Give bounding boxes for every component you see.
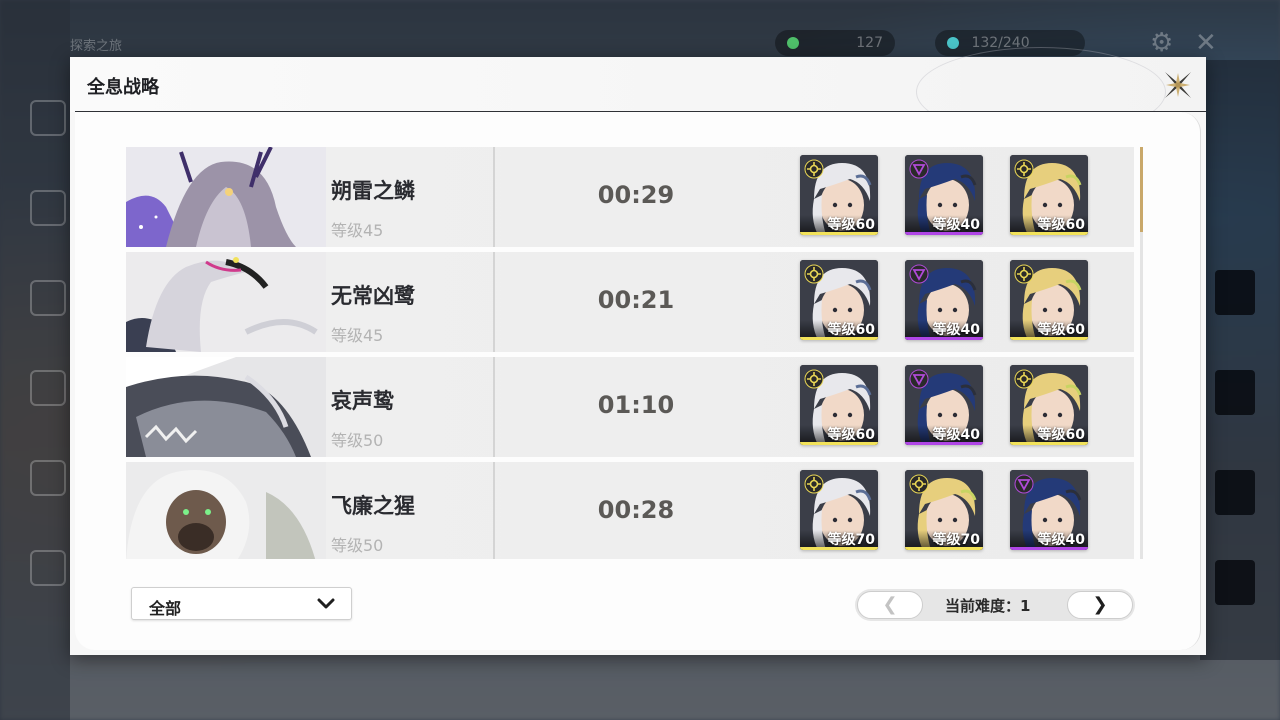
team-member-card[interactable]: 等级60 <box>1010 260 1088 340</box>
boss-name: 朔雷之鳞 <box>331 179 415 203</box>
row-divider <box>493 147 495 247</box>
background-menu-icon <box>30 190 66 226</box>
boss-row[interactable]: 飞廉之猩 等级50 00:28 等级70 等级70 等级40 <box>126 462 1134 559</box>
background-title: 探索之旅 <box>70 39 123 54</box>
boss-portrait <box>126 147 326 247</box>
boss-level: 等级50 <box>331 536 384 555</box>
team-member-card[interactable]: 等级70 <box>905 470 983 550</box>
background-menu-icon <box>30 280 66 316</box>
rarity-bar <box>1010 442 1088 445</box>
boss-list[interactable]: 朔雷之鳞 等级45 00:29 等级60 等级40 等级60 无常凶鹭 等级45 <box>126 147 1134 559</box>
close-button[interactable] <box>1158 65 1198 105</box>
team-member-card[interactable]: 等级60 <box>1010 155 1088 235</box>
strategy-panel: 全息战略 朔雷之鳞 等级45 00:29 等级60 等级40 等级60 无常凶鹭… <box>70 47 1206 655</box>
rarity-bar <box>1010 232 1088 235</box>
clear-time: 01:10 <box>597 391 675 419</box>
background-tile <box>1215 270 1255 315</box>
background-left-bar <box>0 0 70 720</box>
rarity-bar <box>1010 547 1088 550</box>
boss-level: 等级45 <box>331 326 384 345</box>
boss-row[interactable]: 无常凶鹭 等级45 00:21 等级60 等级40 等级60 <box>126 252 1134 352</box>
team-member-card[interactable]: 等级40 <box>905 365 983 445</box>
boss-level: 等级50 <box>331 431 384 450</box>
current-difficulty: 当前难度：1 <box>945 597 1031 615</box>
next-difficulty-button[interactable]: ❯ <box>1067 591 1133 619</box>
panel-title: 全息战略 <box>87 77 159 98</box>
background-close-icon: ✕ <box>1195 28 1217 58</box>
clear-time: 00:28 <box>597 496 675 524</box>
spectro-element-icon <box>804 264 824 284</box>
team-member-card[interactable]: 等级40 <box>905 155 983 235</box>
background-tile <box>1215 370 1255 415</box>
difficulty-pager: ❮ 当前难度：1 ❯ <box>855 589 1135 621</box>
background-menu-icon <box>30 370 66 406</box>
rarity-bar <box>800 232 878 235</box>
background-tile <box>1215 470 1255 515</box>
background-menu-icon <box>30 100 66 136</box>
scrollbar-thumb[interactable] <box>1140 147 1143 232</box>
rarity-bar <box>905 547 983 550</box>
rarity-bar <box>905 337 983 340</box>
row-divider <box>493 357 495 457</box>
spectro-element-icon <box>804 474 824 494</box>
row-divider <box>493 252 495 352</box>
team-member-card[interactable]: 等级40 <box>905 260 983 340</box>
boss-name: 飞廉之猩 <box>331 494 415 518</box>
team-member-card[interactable]: 等级70 <box>800 470 878 550</box>
prev-difficulty-button[interactable]: ❮ <box>857 591 923 619</box>
team-member-card[interactable]: 等级60 <box>800 365 878 445</box>
spectro-element-icon <box>804 159 824 179</box>
rarity-bar <box>905 232 983 235</box>
team-member-card[interactable]: 等级60 <box>800 155 878 235</box>
background-menu-icon <box>30 460 66 496</box>
background-settings-icon: ⚙ <box>1150 28 1174 58</box>
boss-level: 等级45 <box>331 221 384 240</box>
close-icon <box>1165 72 1191 98</box>
background-tile <box>1215 560 1255 605</box>
rarity-bar <box>800 337 878 340</box>
filter-dropdown[interactable]: 全部 <box>131 587 352 620</box>
rarity-bar <box>800 442 878 445</box>
filter-selected-value: 全部 <box>149 599 182 618</box>
spectro-element-icon <box>1014 159 1034 179</box>
resource-icon <box>787 37 799 49</box>
boss-name: 哀声鸷 <box>331 389 394 413</box>
background-right-strip <box>1200 60 1280 660</box>
havoc-element-icon <box>909 264 929 284</box>
boss-row[interactable]: 朔雷之鳞 等级45 00:29 等级60 等级40 等级60 <box>126 147 1134 247</box>
rarity-bar <box>905 442 983 445</box>
boss-portrait <box>126 252 326 352</box>
list-scrollbar[interactable] <box>1140 147 1143 559</box>
boss-portrait <box>126 462 326 559</box>
boss-portrait <box>126 357 326 457</box>
spectro-element-icon <box>804 369 824 389</box>
team-member-card[interactable]: 等级60 <box>800 260 878 340</box>
havoc-element-icon <box>909 369 929 389</box>
boss-row[interactable]: 哀声鸷 等级50 01:10 等级60 等级40 等级60 <box>126 357 1134 457</box>
chevron-down-icon <box>317 598 335 609</box>
panel-header: 全息战略 <box>70 47 1206 137</box>
background-menu-icon <box>30 550 66 586</box>
spectro-element-icon <box>909 474 929 494</box>
rarity-bar <box>1010 337 1088 340</box>
resource-value: 127 <box>856 35 883 51</box>
havoc-element-icon <box>1014 474 1034 494</box>
spectro-element-icon <box>1014 264 1034 284</box>
row-divider <box>493 462 495 559</box>
havoc-element-icon <box>909 159 929 179</box>
resource-icon <box>947 37 959 49</box>
team-member-card[interactable]: 等级40 <box>1010 470 1088 550</box>
boss-name: 无常凶鹭 <box>331 284 415 308</box>
resource-pill: 127 <box>775 30 895 56</box>
clear-time: 00:29 <box>597 181 675 209</box>
team-member-card[interactable]: 等级60 <box>1010 365 1088 445</box>
rarity-bar <box>800 547 878 550</box>
clear-time: 00:21 <box>597 286 675 314</box>
spectro-element-icon <box>1014 369 1034 389</box>
